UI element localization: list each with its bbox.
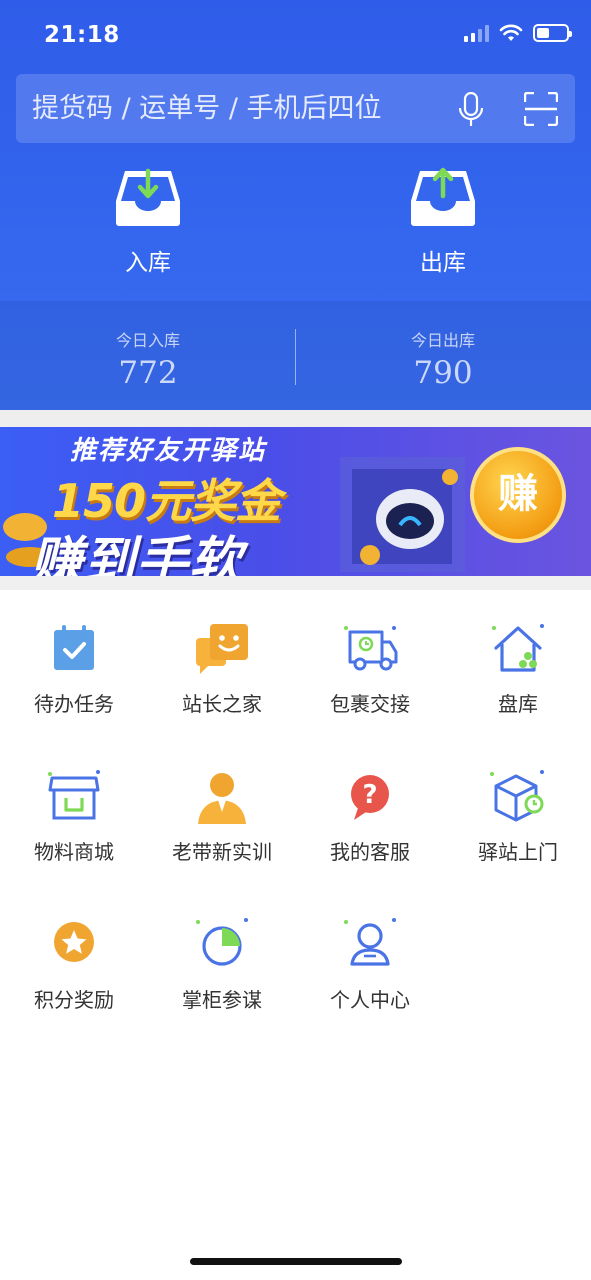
grid-item-todo[interactable]: 待办任务 [0,622,148,732]
grid-item-inventory[interactable]: 盘库 [444,622,591,732]
section-gap [0,576,591,590]
grid-item-label: 掌柜参谋 [182,990,262,1012]
stat-inbound[interactable]: 今日入库 772 [48,327,248,391]
grid-item-label: 老带新实训 [172,842,272,864]
outbound-button[interactable]: 出库 [383,165,503,277]
grid-item-label: 物料商城 [34,842,114,864]
grid-item-shop-advisor[interactable]: 掌柜参谋 [148,918,296,1028]
stat-value: 772 [118,355,178,391]
svg-text:?: ? [362,780,377,810]
banner-line1: 推荐好友开驿站 [70,436,267,466]
daily-stats: 今日入库 772 今日出库 790 [0,301,591,410]
question-icon: ? [351,775,389,820]
header: 21:18 入库 [0,0,591,410]
wifi-icon [499,24,523,41]
microphone-icon[interactable] [458,92,484,128]
inbound-button[interactable]: 入库 [88,165,208,277]
grid-item-label: 个人中心 [330,990,410,1012]
grid-item-label: 我的客服 [330,842,410,864]
inbound-label: 入库 [125,250,171,276]
house-dots-icon [492,624,544,672]
grid-item-customer-service[interactable]: ? 我的客服 [296,770,444,880]
inbound-tray-icon [116,168,180,226]
battery-icon [533,24,572,42]
stat-title: 今日出库 [410,331,475,350]
grid-item-station-home[interactable]: 站长之家 [148,622,296,732]
chat-smile-icon [196,624,248,674]
earn-badge: 赚 [470,447,566,543]
banner-line3: 赚到手软 [30,532,243,576]
star-medal-icon [54,922,94,962]
scan-icon[interactable] [524,92,558,126]
calendar-check-icon [54,625,94,670]
box-clock-icon [490,770,544,822]
grid-item-label: 积分奖励 [34,990,114,1012]
outbound-tray-icon [411,167,475,226]
grid-item-personal-center[interactable]: 个人中心 [296,918,444,1028]
search-input[interactable] [32,74,452,143]
signal-icon [464,24,489,42]
status-time: 21:18 [44,22,120,48]
grid-item-label: 包裹交接 [330,694,410,716]
status-icons [464,24,572,42]
section-gap [0,410,591,427]
delivery-truck-icon [344,626,398,671]
promo-banner[interactable]: 推荐好友开驿站 150元奖金 赚到手软 赚 [0,427,591,576]
robot-illustration-icon [340,457,465,572]
grid-item-label: 驿站上门 [478,842,558,864]
grid-item-points-reward[interactable]: 积分奖励 [0,918,148,1028]
stat-value: 790 [413,355,473,391]
grid-item-label: 盘库 [498,694,538,716]
status-bar: 21:18 [0,0,591,70]
grid-item-label: 站长之家 [182,694,262,716]
shop-icon [48,770,100,820]
grid-item-label: 待办任务 [34,694,114,716]
user-icon [344,918,396,966]
grid-item-handover[interactable]: 包裹交接 [296,622,444,732]
grid-item-material-mall[interactable]: 物料商城 [0,770,148,880]
search-bar [16,74,575,143]
mentor-icon [198,773,246,824]
stat-outbound[interactable]: 今日出库 790 [343,327,543,391]
stats-divider [295,329,296,385]
home-indicator[interactable] [190,1258,402,1265]
grid-item-door-service[interactable]: 驿站上门 [444,770,591,880]
grid-item-mentor-training[interactable]: 老带新实训 [148,770,296,880]
outbound-label: 出库 [420,250,466,276]
stat-title: 今日入库 [115,331,180,350]
pie-chart-icon [196,918,248,966]
